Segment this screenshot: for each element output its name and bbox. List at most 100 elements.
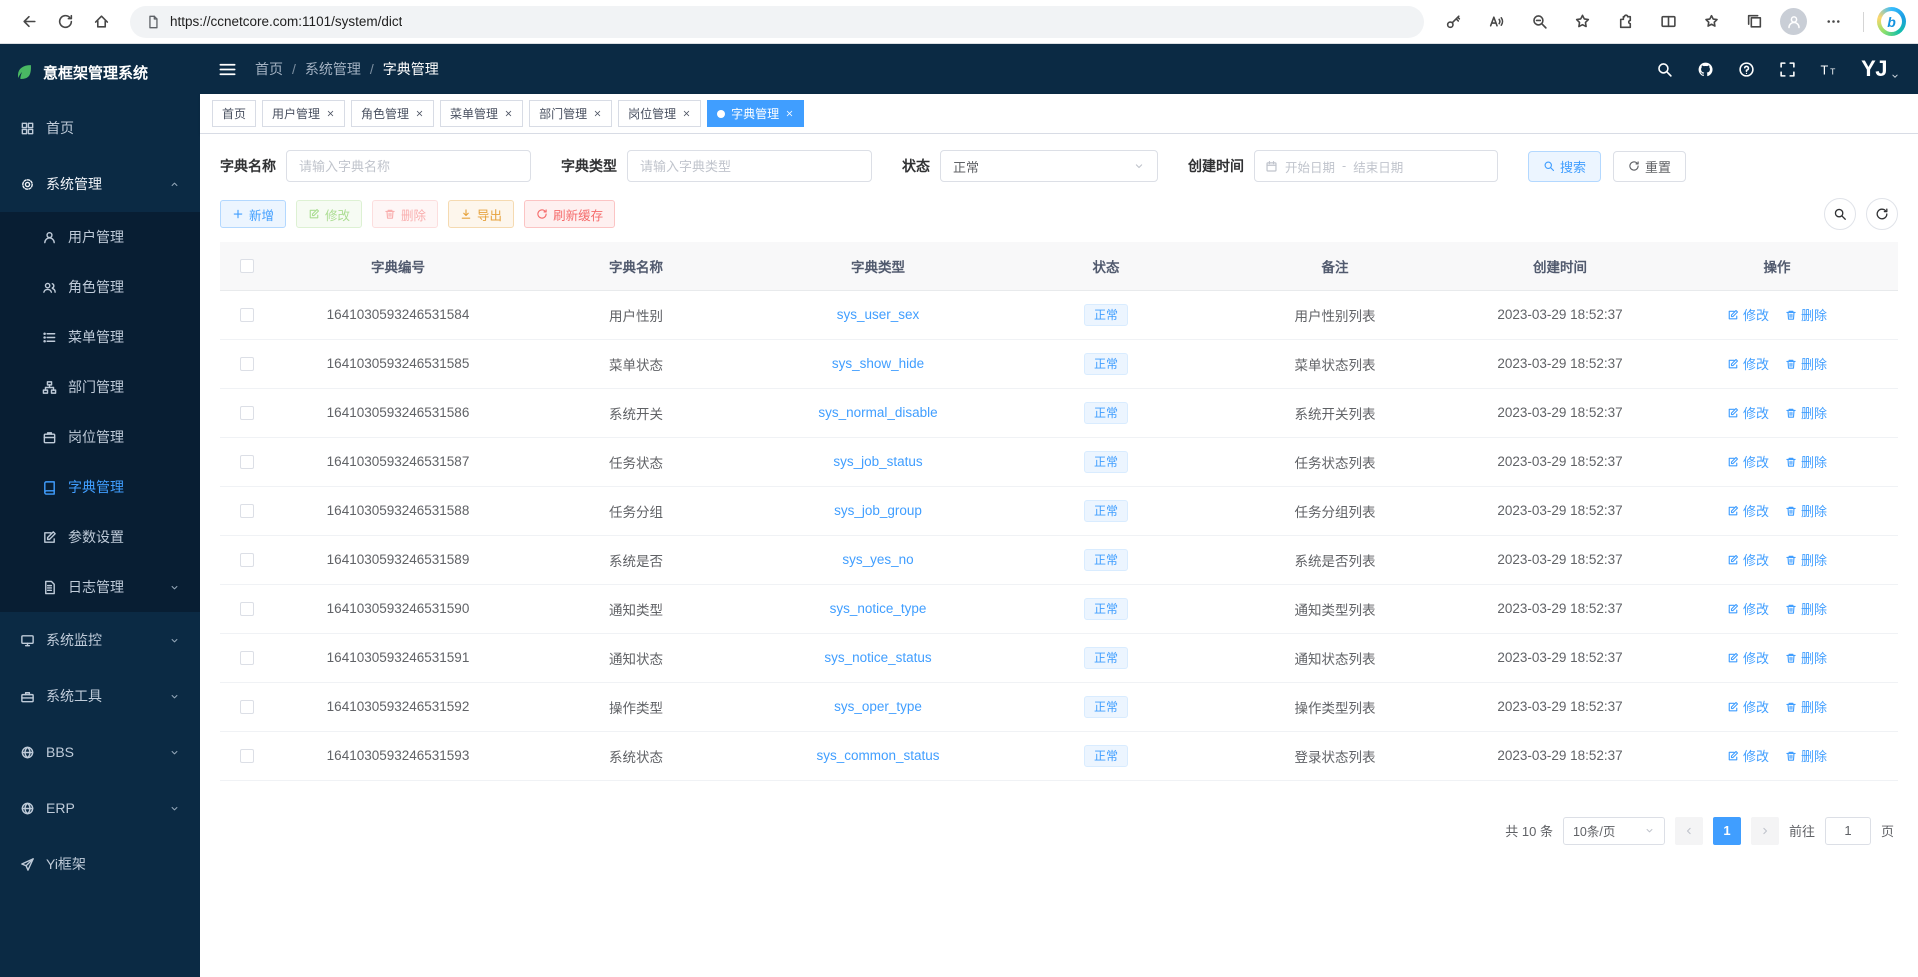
profile-avatar[interactable] — [1780, 8, 1807, 35]
row-checkbox[interactable] — [240, 504, 254, 518]
refresh-table-button[interactable] — [1866, 198, 1898, 230]
sidebar-item-param-settings[interactable]: 参数设置 — [0, 512, 200, 562]
select-all-checkbox[interactable] — [240, 259, 254, 273]
fullscreen-icon[interactable] — [1779, 61, 1796, 78]
favorites-bar-icon[interactable] — [1694, 5, 1728, 39]
breadcrumb-item-system[interactable]: 系统管理 — [305, 59, 361, 79]
reload-icon[interactable] — [48, 5, 82, 39]
help-icon[interactable] — [1738, 61, 1755, 78]
close-icon[interactable] — [504, 109, 513, 118]
dict-type-link[interactable]: sys_job_group — [834, 503, 922, 518]
row-edit-button[interactable]: 修改 — [1727, 697, 1769, 716]
edit-button[interactable]: 修改 — [296, 200, 362, 228]
search-button[interactable]: 搜索 — [1528, 151, 1601, 182]
tab-dict-mgmt[interactable]: 字典管理 — [707, 100, 804, 127]
tab-home[interactable]: 首页 — [212, 100, 256, 127]
row-delete-button[interactable]: 删除 — [1785, 746, 1827, 765]
row-checkbox[interactable] — [240, 749, 254, 763]
tab-user-mgmt[interactable]: 用户管理 — [262, 100, 345, 127]
sidebar-item-log-mgmt[interactable]: 日志管理 — [0, 562, 200, 612]
tab-dept-mgmt[interactable]: 部门管理 — [529, 100, 612, 127]
split-screen-icon[interactable] — [1651, 5, 1685, 39]
row-edit-button[interactable]: 修改 — [1727, 746, 1769, 765]
row-edit-button[interactable]: 修改 — [1727, 550, 1769, 569]
dict-name-input[interactable] — [286, 150, 531, 182]
key-icon[interactable] — [1436, 5, 1470, 39]
row-edit-button[interactable]: 修改 — [1727, 599, 1769, 618]
tab-role-mgmt[interactable]: 角色管理 — [351, 100, 434, 127]
tab-menu-mgmt[interactable]: 菜单管理 — [440, 100, 523, 127]
dict-type-link[interactable]: sys_normal_disable — [818, 405, 937, 420]
row-delete-button[interactable]: 删除 — [1785, 403, 1827, 422]
close-icon[interactable] — [682, 109, 691, 118]
add-button[interactable]: 新增 — [220, 200, 286, 228]
sidebar-item-system-mgmt[interactable]: 系统管理 — [0, 156, 200, 212]
page-number-current[interactable]: 1 — [1713, 817, 1741, 845]
next-page-button[interactable] — [1751, 817, 1779, 845]
sidebar-item-home[interactable]: 首页 — [0, 100, 200, 156]
dict-type-link[interactable]: sys_job_status — [833, 454, 922, 469]
sidebar-item-erp[interactable]: ERP — [0, 780, 200, 836]
sidebar-item-system-tools[interactable]: 系统工具 — [0, 668, 200, 724]
dict-type-link[interactable]: sys_common_status — [816, 748, 939, 763]
user-logo[interactable]: YJ — [1861, 56, 1900, 82]
sidebar-toggle-icon[interactable] — [218, 60, 237, 79]
sidebar-item-role-mgmt[interactable]: 角色管理 — [0, 262, 200, 312]
sidebar-item-user-mgmt[interactable]: 用户管理 — [0, 212, 200, 262]
row-edit-button[interactable]: 修改 — [1727, 501, 1769, 520]
export-button[interactable]: 导出 — [448, 200, 514, 228]
row-checkbox[interactable] — [240, 553, 254, 567]
row-delete-button[interactable]: 删除 — [1785, 305, 1827, 324]
prev-page-button[interactable] — [1675, 817, 1703, 845]
bing-icon[interactable]: b — [1877, 7, 1906, 36]
date-range-picker[interactable]: 开始日期 - 结束日期 — [1254, 150, 1498, 182]
row-checkbox[interactable] — [240, 651, 254, 665]
search-icon[interactable] — [1656, 61, 1673, 78]
row-edit-button[interactable]: 修改 — [1727, 354, 1769, 373]
row-checkbox[interactable] — [240, 602, 254, 616]
show-search-button[interactable] — [1824, 198, 1856, 230]
goto-page-input[interactable] — [1825, 817, 1871, 845]
row-checkbox[interactable] — [240, 357, 254, 371]
row-checkbox[interactable] — [240, 308, 254, 322]
row-delete-button[interactable]: 删除 — [1785, 452, 1827, 471]
sidebar-item-yi-framework[interactable]: Yi框架 — [0, 836, 200, 892]
read-aloud-icon[interactable] — [1479, 5, 1513, 39]
close-icon[interactable] — [593, 109, 602, 118]
zoom-out-icon[interactable] — [1522, 5, 1556, 39]
close-icon[interactable] — [326, 109, 335, 118]
home-icon[interactable] — [84, 5, 118, 39]
dict-type-link[interactable]: sys_notice_type — [830, 601, 927, 616]
extensions-icon[interactable] — [1608, 5, 1642, 39]
delete-button[interactable]: 删除 — [372, 200, 438, 228]
close-icon[interactable] — [415, 109, 424, 118]
row-checkbox[interactable] — [240, 406, 254, 420]
dict-type-link[interactable]: sys_oper_type — [834, 699, 922, 714]
dict-type-link[interactable]: sys_yes_no — [842, 552, 913, 567]
close-icon[interactable] — [785, 109, 794, 118]
sidebar-item-system-monitor[interactable]: 系统监控 — [0, 612, 200, 668]
row-edit-button[interactable]: 修改 — [1727, 452, 1769, 471]
dict-type-link[interactable]: sys_notice_status — [824, 650, 931, 665]
row-delete-button[interactable]: 删除 — [1785, 501, 1827, 520]
row-delete-button[interactable]: 删除 — [1785, 599, 1827, 618]
page-size-select[interactable]: 10条/页 — [1563, 817, 1665, 845]
back-icon[interactable] — [12, 5, 46, 39]
sidebar-item-post-mgmt[interactable]: 岗位管理 — [0, 412, 200, 462]
github-icon[interactable] — [1697, 61, 1714, 78]
status-select[interactable]: 正常 — [940, 150, 1158, 182]
row-delete-button[interactable]: 删除 — [1785, 550, 1827, 569]
row-delete-button[interactable]: 删除 — [1785, 354, 1827, 373]
row-delete-button[interactable]: 删除 — [1785, 697, 1827, 716]
font-size-icon[interactable]: TT — [1820, 61, 1837, 78]
sidebar-item-menu-mgmt[interactable]: 菜单管理 — [0, 312, 200, 362]
row-edit-button[interactable]: 修改 — [1727, 648, 1769, 667]
reset-button[interactable]: 重置 — [1613, 151, 1686, 182]
refresh-cache-button[interactable]: 刷新缓存 — [524, 200, 615, 228]
address-bar[interactable]: https://ccnetcore.com:1101/system/dict — [130, 6, 1424, 38]
collections-icon[interactable] — [1737, 5, 1771, 39]
row-delete-button[interactable]: 删除 — [1785, 648, 1827, 667]
sidebar-item-bbs[interactable]: BBS — [0, 724, 200, 780]
tab-post-mgmt[interactable]: 岗位管理 — [618, 100, 701, 127]
more-icon[interactable] — [1816, 5, 1850, 39]
